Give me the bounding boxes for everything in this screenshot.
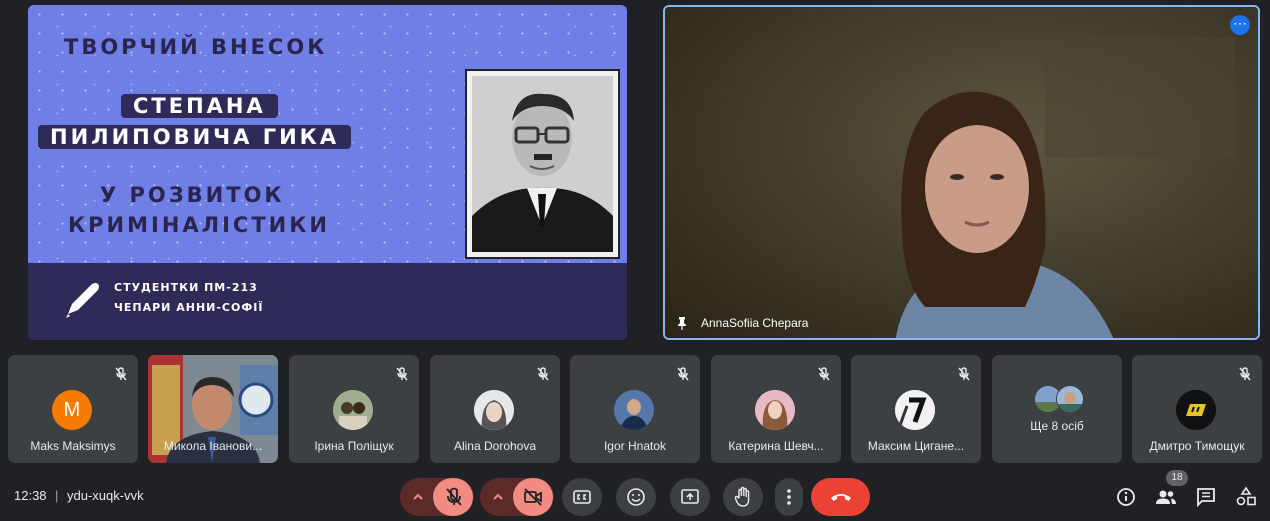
mic-off-icon [818,367,830,381]
clock: 12:38 [14,488,47,503]
mic-off-icon [446,487,462,506]
avatar: M [52,390,92,430]
present-screen-icon [681,489,699,504]
people-icon[interactable] [1153,484,1179,510]
avatar [1056,385,1084,413]
camera-off-icon [524,488,542,506]
participant-tile[interactable]: Микола Іванови... [148,355,278,463]
speaker-video[interactable]: ⋯ AnnaSofiia Chepara [663,5,1260,340]
slide-author-line1: СТУДЕНТКИ ПМ-213 [114,281,258,294]
pen-icon [66,283,99,318]
chat-icon[interactable] [1193,484,1219,510]
participants-count-badge: 18 [1166,470,1188,486]
slide-title-line5: КРИМІНАЛІСТИКИ [68,213,330,237]
chevron-up-icon[interactable] [490,489,506,505]
speaker-video-frame [665,7,1258,338]
slide-title-line3: ПИЛИПОВИЧА ГИКА [38,125,352,149]
avatar [895,390,935,430]
mic-off-icon [677,367,689,381]
separator: | [55,488,59,503]
hand-icon [734,486,750,507]
portrait-image [465,69,620,259]
mic-off-icon [396,367,408,381]
emoji-icon [627,488,645,506]
participant-name: Alina Dorohova [453,439,537,453]
participant-name: Maks Maksimys [30,439,116,453]
avatar [614,390,654,430]
participant-name: Максим Цигане... [867,439,965,453]
slide-author-line2: ЧЕПАРИ АННИ-СОФІЇ [114,301,264,314]
participant-name: Дмитро Тимощук [1149,439,1245,453]
more-participants-label: Ще 8 осіб [1030,419,1084,433]
slide-title-line1: ТВОРЧИЙ ВНЕСОК [64,35,328,59]
pin-icon [678,317,686,330]
mic-off-icon [115,367,127,381]
hang-up-icon [831,494,851,501]
participant-name: Катерина Шевч... [728,439,824,453]
meeting-code: ydu-xuqk-vvk [67,488,144,503]
participant-name: Ірина Поліщук [314,439,394,453]
participant-name: Igor Hnatok [603,439,667,453]
mic-off-icon [958,367,970,381]
mic-off-icon [537,367,549,381]
more-options-icon[interactable]: ⋯ [1230,15,1250,35]
participant-tile[interactable]: Alina Dorohova [430,355,560,463]
activities-icon[interactable] [1233,484,1259,510]
info-icon[interactable] [1113,484,1139,510]
slide-title-line2: СТЕПАНА [121,94,278,118]
avatar [755,390,795,430]
more-vert-icon [787,489,791,505]
more-participants-tile[interactable]: Ще 8 осіб [992,355,1122,463]
avatar [474,390,514,430]
captions-icon [573,490,591,504]
speaker-name: AnnaSofiia Chepara [701,316,809,330]
slide-title-line4: У РОЗВИТОК [100,183,285,207]
participant-tile[interactable]: M Maks Maksimys [8,355,138,463]
mic-off-icon [1239,367,1251,381]
chevron-up-icon[interactable] [410,489,426,505]
participant-tile[interactable]: Катерина Шевч... [711,355,841,463]
participant-tile[interactable]: Igor Hnatok [570,355,700,463]
participant-tile[interactable]: Дмитро Тимощук [1132,355,1262,463]
participant-tile[interactable]: Максим Цигане... [851,355,981,463]
avatar [1176,390,1216,430]
presentation-slide: ТВОРЧИЙ ВНЕСОК СТЕПАНА ПИЛИПОВИЧА ГИКА У… [28,5,627,340]
avatar [333,390,373,430]
participant-name: Микола Іванови... [163,439,263,453]
participant-tile[interactable]: Ірина Поліщук [289,355,419,463]
